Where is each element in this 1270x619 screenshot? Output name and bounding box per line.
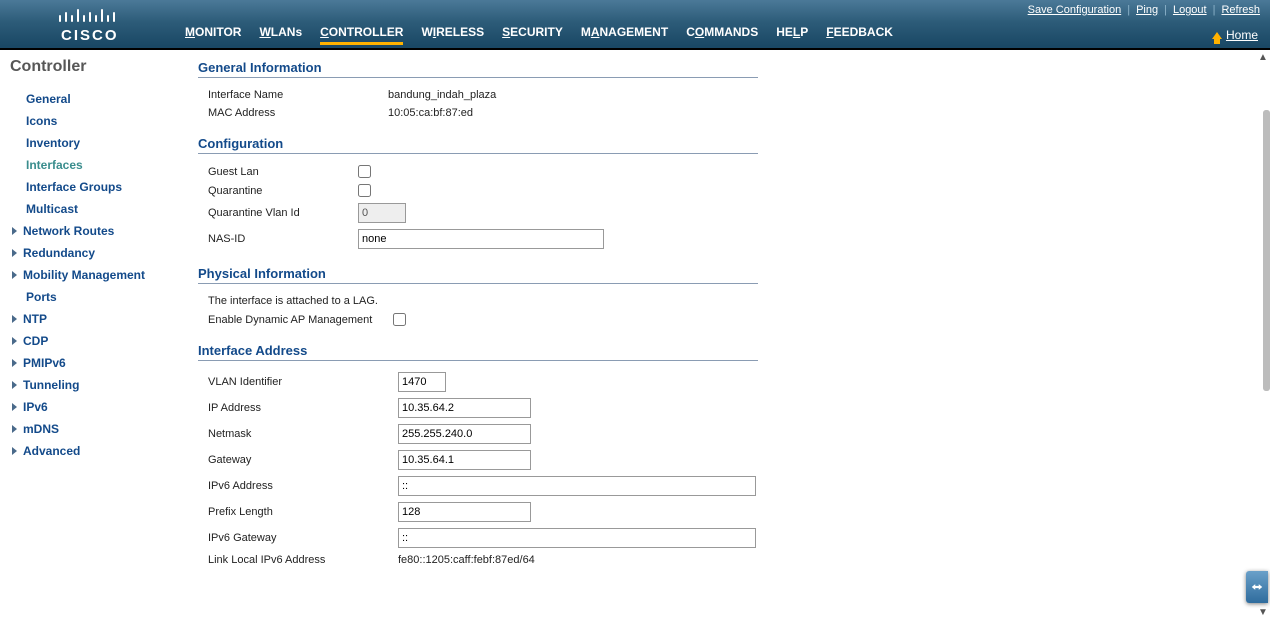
sidebar-item-label: Interface Groups — [26, 180, 122, 194]
gateway-input[interactable] — [398, 450, 531, 470]
nav-feedback[interactable]: FEEDBACK — [826, 25, 893, 42]
sidebar-item-label: Redundancy — [23, 246, 95, 260]
remote-session-icon[interactable] — [1246, 571, 1268, 603]
vlan-input[interactable] — [398, 372, 446, 392]
interface-name-label: Interface Name — [208, 89, 388, 101]
nav-management[interactable]: MANAGEMENT — [581, 25, 668, 42]
netmask-label: Netmask — [208, 428, 398, 440]
sidebar-item-label: Network Routes — [23, 224, 114, 238]
sidebar-item-label: Advanced — [23, 444, 80, 458]
netmask-input[interactable] — [398, 424, 531, 444]
content-area: General Information Interface Name bandu… — [182, 50, 1270, 619]
sidebar-item-label: Tunneling — [23, 378, 79, 392]
gateway-label: Gateway — [208, 454, 398, 466]
sidebar-item-interfaces[interactable]: Interfaces — [10, 154, 182, 176]
home-link[interactable]: Home — [1212, 28, 1258, 42]
logout-link[interactable]: Logout — [1173, 4, 1207, 16]
sidebar-item-label: Inventory — [26, 136, 80, 150]
mac-value: 10:05:ca:bf:87:ed — [388, 107, 473, 119]
linklocal-label: Link Local IPv6 Address — [208, 554, 398, 566]
section-interface-address: Interface Address — [198, 343, 758, 361]
scrollbar-thumb[interactable] — [1263, 110, 1270, 391]
quarantine-vlan-label: Quarantine Vlan Id — [208, 207, 358, 219]
guest-lan-checkbox[interactable] — [358, 165, 371, 178]
sidebar-item-label: mDNS — [23, 422, 59, 436]
lag-note: The interface is attached to a LAG. — [208, 295, 378, 307]
top-right-links: Save Configuration | Ping | Logout | Ref… — [1028, 4, 1260, 16]
sidebar-item-advanced[interactable]: Advanced — [10, 440, 182, 462]
ip-input[interactable] — [398, 398, 531, 418]
section-configuration: Configuration — [198, 136, 758, 154]
ipv6-label: IPv6 Address — [208, 480, 398, 492]
sidebar-item-inventory[interactable]: Inventory — [10, 132, 182, 154]
nav-controller[interactable]: CONTROLLER — [320, 25, 403, 45]
nasid-label: NAS-ID — [208, 233, 358, 245]
sidebar-item-general[interactable]: General — [10, 88, 182, 110]
sidebar-item-ntp[interactable]: NTP — [10, 308, 182, 330]
ip-label: IP Address — [208, 402, 398, 414]
sidebar-item-tunneling[interactable]: Tunneling — [10, 374, 182, 396]
nav-monitor[interactable]: MONITOR — [185, 25, 241, 42]
dyn-ap-checkbox[interactable] — [393, 313, 406, 326]
sidebar-item-icons[interactable]: Icons — [10, 110, 182, 132]
scrollbar-track[interactable] — [1263, 110, 1270, 391]
sidebar-item-mobility-management[interactable]: Mobility Management — [10, 264, 182, 286]
nav-wlans[interactable]: WLANs — [259, 25, 302, 42]
mac-label: MAC Address — [208, 107, 388, 119]
sidebar-item-pmipv6[interactable]: PMIPv6 — [10, 352, 182, 374]
guest-lan-label: Guest Lan — [208, 166, 358, 178]
sidebar-item-label: PMIPv6 — [23, 356, 66, 370]
quarantine-vlan-input — [358, 203, 406, 223]
sidebar-item-label: CDP — [23, 334, 48, 348]
quarantine-checkbox[interactable] — [358, 184, 371, 197]
top-bar: CISCO MONITOR WLANs CONTROLLER WIRELESS … — [0, 0, 1270, 50]
linklocal-value: fe80::1205:caff:febf:87ed/64 — [398, 554, 535, 566]
dyn-ap-label: Enable Dynamic AP Management — [208, 314, 393, 326]
save-config-link[interactable]: Save Configuration — [1028, 4, 1122, 16]
sidebar-item-multicast[interactable]: Multicast — [10, 198, 182, 220]
ipv6gw-label: IPv6 Gateway — [208, 532, 398, 544]
sidebar-item-ports[interactable]: Ports — [10, 286, 182, 308]
prefix-input[interactable] — [398, 502, 531, 522]
nav-commands[interactable]: COMMANDS — [686, 25, 758, 42]
nav-security[interactable]: SECURITY — [502, 25, 563, 42]
sidebar-item-network-routes[interactable]: Network Routes — [10, 220, 182, 242]
sidebar-item-label: General — [26, 92, 71, 106]
ipv6gw-input[interactable] — [398, 528, 756, 548]
vlan-label: VLAN Identifier — [208, 376, 398, 388]
sidebar-item-mdns[interactable]: mDNS — [10, 418, 182, 440]
sidebar-item-label: NTP — [23, 312, 47, 326]
section-physical: Physical Information — [198, 266, 758, 284]
sidebar-item-label: IPv6 — [23, 400, 48, 414]
sidebar-title: Controller — [10, 58, 182, 76]
sidebar-item-ipv6[interactable]: IPv6 — [10, 396, 182, 418]
sidebar: Controller General Icons Inventory Interfac… — [0, 50, 182, 619]
refresh-link[interactable]: Refresh — [1221, 4, 1260, 16]
sidebar-item-label: Mobility Management — [23, 268, 145, 282]
home-icon — [1212, 32, 1222, 39]
scroll-up-icon[interactable]: ▲ — [1258, 52, 1268, 64]
cisco-logo: CISCO — [0, 0, 175, 48]
sidebar-item-redundancy[interactable]: Redundancy — [10, 242, 182, 264]
quarantine-label: Quarantine — [208, 185, 358, 197]
sidebar-item-label: Icons — [26, 114, 57, 128]
scroll-down-icon[interactable]: ▼ — [1258, 607, 1268, 619]
sidebar-item-label: Ports — [26, 290, 57, 304]
sidebar-item-cdp[interactable]: CDP — [10, 330, 182, 352]
sidebar-item-interface-groups[interactable]: Interface Groups — [10, 176, 182, 198]
interface-name-value: bandung_indah_plaza — [388, 89, 496, 101]
nasid-input[interactable] — [358, 229, 604, 249]
svg-text:CISCO: CISCO — [61, 27, 119, 43]
sidebar-item-label: Multicast — [26, 202, 78, 216]
sidebar-item-label: Interfaces — [26, 158, 83, 172]
section-general-info: General Information — [198, 60, 758, 78]
prefix-label: Prefix Length — [208, 506, 398, 518]
ping-link[interactable]: Ping — [1136, 4, 1158, 16]
nav-help[interactable]: HELP — [776, 25, 808, 42]
nav-wireless[interactable]: WIRELESS — [421, 25, 484, 42]
ipv6-input[interactable] — [398, 476, 756, 496]
